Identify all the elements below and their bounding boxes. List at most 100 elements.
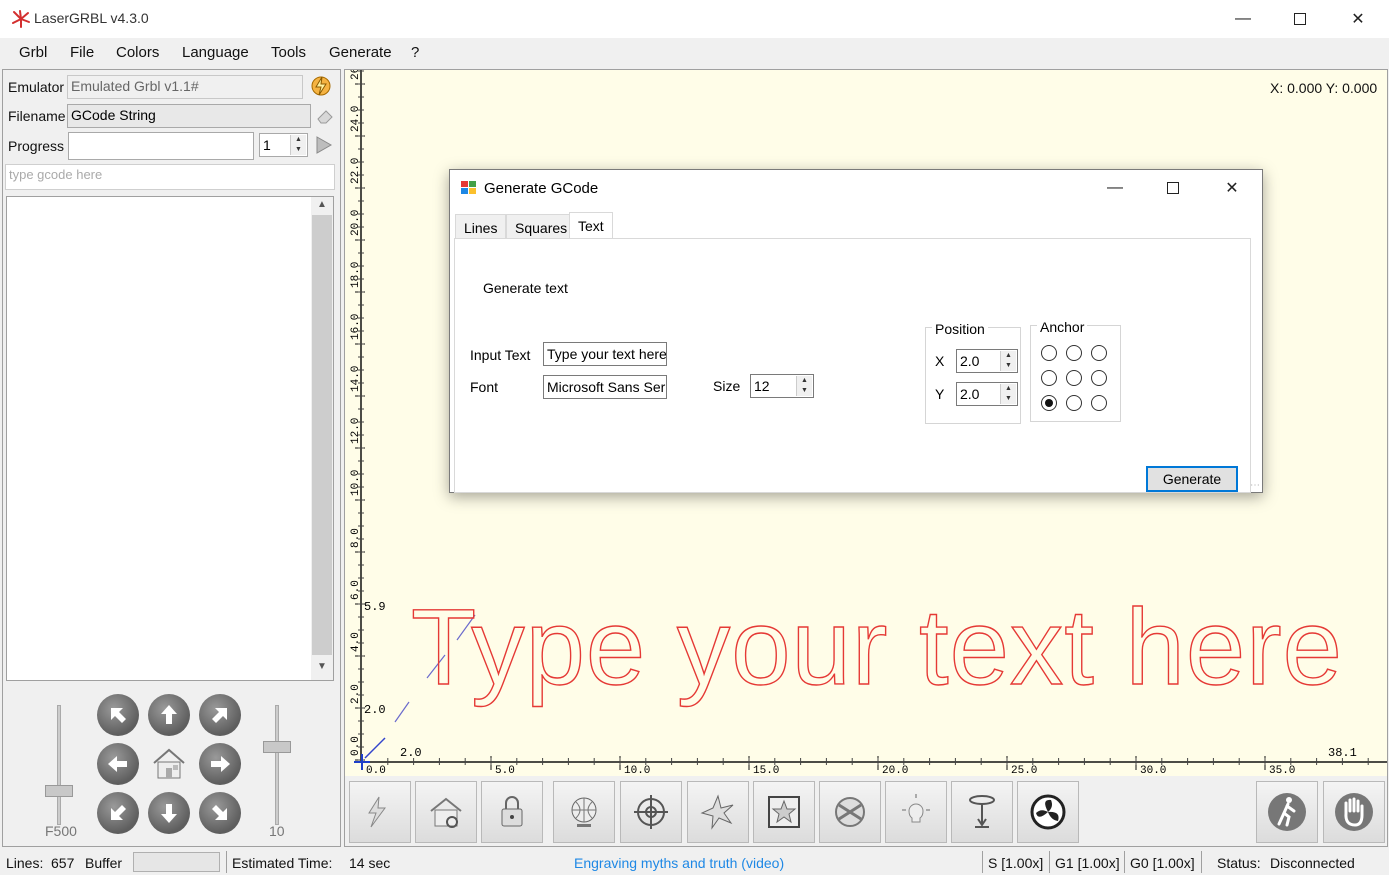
marker-x-right: 38.1: [1328, 746, 1357, 760]
anchor-title: Anchor: [1037, 319, 1088, 335]
minimize-button[interactable]: —: [1220, 0, 1266, 38]
stepper-arrows-icon[interactable]: ▲ ▼: [1000, 384, 1016, 404]
arrow-down-left-icon: [111, 805, 126, 820]
tab-lines[interactable]: Lines: [455, 214, 507, 239]
x-axis-ticks: 0.0 5.0 10.0 15.0 20.0 25.0 30.0 35.0: [361, 756, 1369, 776]
y-label: Y: [935, 386, 945, 402]
generate-button[interactable]: Generate: [1146, 466, 1238, 492]
fan-button[interactable]: [1017, 781, 1079, 843]
g0-override[interactable]: G0 [1.00x]: [1130, 855, 1195, 871]
dialog-maximize-button[interactable]: [1150, 170, 1196, 206]
light-button[interactable]: [885, 781, 947, 843]
home-jog-button[interactable]: [148, 743, 190, 785]
stop-hand-button[interactable]: [1323, 781, 1385, 843]
connect-icon: [368, 796, 386, 828]
jog-e-button[interactable]: [199, 743, 241, 785]
anchor-radio[interactable]: [1041, 345, 1057, 361]
buffer-label: Buffer: [85, 855, 123, 871]
walk-button[interactable]: [1256, 781, 1318, 843]
dialog-close-button[interactable]: ✕: [1209, 170, 1255, 206]
stepper-arrows-icon[interactable]: ▲ ▼: [1000, 351, 1016, 371]
font-field[interactable]: Microsoft Sans Serif: [543, 375, 667, 399]
progress-count-stepper[interactable]: 1 ▲ ▼: [259, 133, 308, 157]
zero-icon: [700, 794, 734, 830]
tab-squares[interactable]: Squares: [506, 214, 577, 239]
position-group: [925, 327, 1021, 424]
unlock-button[interactable]: [481, 781, 543, 843]
jog-sw-button[interactable]: [97, 792, 139, 834]
scroll-down-icon[interactable]: ▼: [312, 661, 332, 675]
y-axis-ticks: 0.02.04.06.08.010.012.014.016.018.020.02…: [350, 70, 365, 761]
frame-button[interactable]: [753, 781, 815, 843]
focus-button[interactable]: [951, 781, 1013, 843]
connect-button[interactable]: [349, 781, 411, 843]
globe-button[interactable]: [553, 781, 615, 843]
anchor-radio[interactable]: [1041, 370, 1057, 386]
dialog-minimize-button[interactable]: —: [1092, 170, 1138, 206]
menu-help[interactable]: ?: [411, 44, 419, 61]
anchor-radio[interactable]: [1066, 345, 1082, 361]
jog-nw-button[interactable]: [97, 694, 139, 736]
run-play-icon[interactable]: [314, 135, 334, 155]
feed-slider[interactable]: [36, 705, 82, 825]
home-button[interactable]: [415, 781, 477, 843]
dialog-title: Generate GCode: [484, 180, 599, 197]
jog-n-button[interactable]: [148, 694, 190, 736]
filename-field[interactable]: GCode String: [67, 104, 311, 128]
lines-label: Lines:: [6, 855, 44, 871]
stepper-arrows-icon[interactable]: ▲ ▼: [796, 376, 812, 396]
eraser-icon[interactable]: [314, 105, 336, 127]
zero-button[interactable]: [687, 781, 749, 843]
menu-grbl[interactable]: Grbl: [19, 44, 47, 61]
anchor-radio[interactable]: [1066, 370, 1082, 386]
center-button[interactable]: [620, 781, 682, 843]
gcode-input[interactable]: type gcode here: [5, 164, 335, 190]
x-tick-label: 30.0: [1140, 765, 1166, 776]
step-label: 10: [269, 823, 285, 839]
progress-label: Progress: [8, 138, 65, 154]
stepper-arrows-icon[interactable]: ▲ ▼: [290, 135, 306, 155]
jog-ne-button[interactable]: [199, 694, 241, 736]
anchor-radio[interactable]: [1091, 395, 1107, 411]
position-x-stepper[interactable]: 2.0 ▲ ▼: [956, 349, 1018, 373]
arrow-up-left-icon: [111, 708, 126, 723]
jog-se-button[interactable]: [199, 792, 241, 834]
resize-grip-icon[interactable]: ⋯: [1250, 480, 1260, 491]
arrow-down-right-icon: [212, 805, 227, 820]
tab-text[interactable]: Text: [569, 212, 613, 239]
console-scroll-thumb[interactable]: [312, 215, 332, 655]
input-text-field[interactable]: Type your text here: [543, 342, 667, 366]
step-slider[interactable]: [254, 705, 300, 825]
maximize-button[interactable]: [1277, 0, 1323, 38]
x-tick-label: 0.0: [366, 765, 386, 776]
status-separator: [982, 851, 983, 873]
connect-lightning-icon[interactable]: [308, 74, 334, 98]
laser-app-icon: [11, 10, 31, 28]
window-title: LaserGRBL v4.3.0: [34, 10, 149, 26]
anchor-radio[interactable]: [1041, 395, 1057, 411]
menu-tools[interactable]: Tools: [271, 44, 306, 61]
status-value: Disconnected: [1270, 855, 1355, 871]
anchor-radio[interactable]: [1091, 370, 1107, 386]
light-icon: [902, 794, 930, 823]
position-y-stepper[interactable]: 2.0 ▲ ▼: [956, 382, 1018, 406]
menu-generate[interactable]: Generate: [329, 44, 392, 61]
jog-w-button[interactable]: [97, 743, 139, 785]
video-link[interactable]: Engraving myths and truth (video): [574, 855, 784, 871]
menu-file[interactable]: File: [70, 44, 94, 61]
spindle-icon: [835, 797, 865, 827]
scroll-up-icon[interactable]: ▲: [312, 199, 332, 213]
walk-icon: [1268, 793, 1306, 831]
jog-s-button[interactable]: [148, 792, 190, 834]
menu-language[interactable]: Language: [182, 44, 249, 61]
close-button[interactable]: ✕: [1335, 0, 1381, 38]
anchor-radio[interactable]: [1066, 395, 1082, 411]
y-tick-label: 2.0: [350, 684, 362, 704]
menu-colors[interactable]: Colors: [116, 44, 159, 61]
console-log[interactable]: [6, 196, 334, 681]
s-override[interactable]: S [1.00x]: [988, 855, 1043, 871]
anchor-radio[interactable]: [1091, 345, 1107, 361]
spindle-button[interactable]: [819, 781, 881, 843]
size-stepper[interactable]: 12 ▲ ▼: [750, 374, 814, 398]
g1-override[interactable]: G1 [1.00x]: [1055, 855, 1120, 871]
